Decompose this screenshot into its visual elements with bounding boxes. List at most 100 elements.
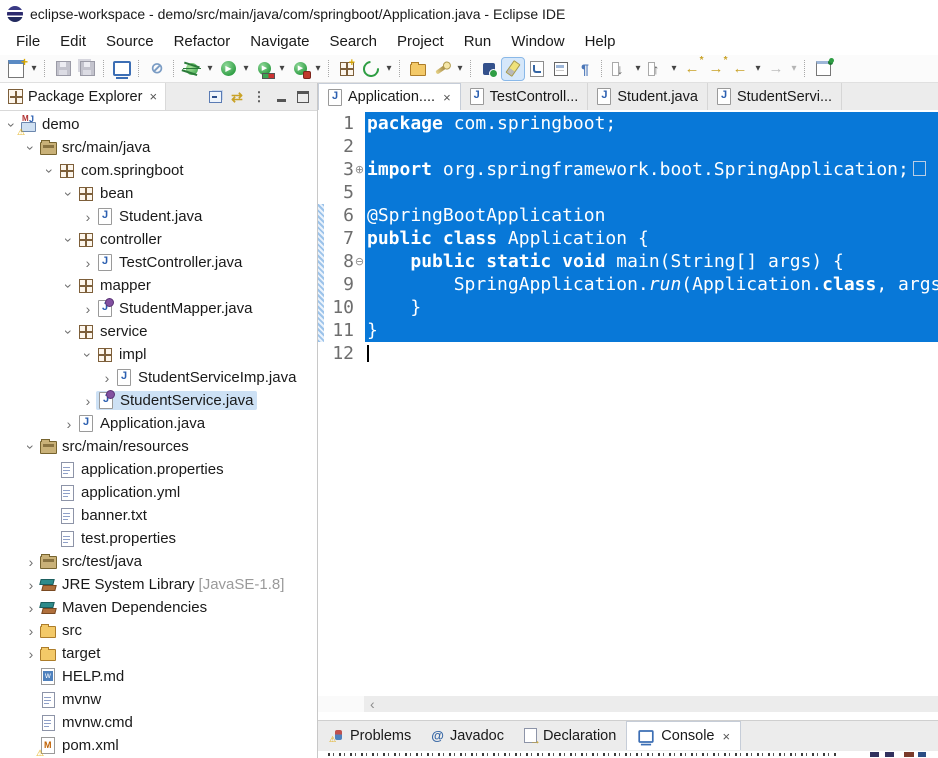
previous-annotation-dropdown-icon[interactable]: ▾ <box>668 63 680 74</box>
code-line[interactable]: 8⊖ public static void main(String[] args… <box>324 250 938 273</box>
menu-run[interactable]: Run <box>454 30 502 53</box>
chevron-right-icon[interactable]: › <box>23 601 39 615</box>
tree-item-mvnw-cmd[interactable]: mvnw.cmd <box>0 711 317 734</box>
collapse-all-icon[interactable] <box>205 87 225 107</box>
profile-dropdown-icon[interactable]: ▾ <box>312 63 324 74</box>
save-all-icon[interactable] <box>76 58 98 80</box>
save-icon[interactable] <box>52 58 74 80</box>
folded-region-box[interactable] <box>913 161 926 176</box>
tab-student-java[interactable]: Student.java <box>588 83 708 110</box>
chevron-down-icon[interactable]: › <box>24 439 38 455</box>
menu-navigate[interactable]: Navigate <box>240 30 319 53</box>
code-line[interactable]: 9 SpringApplication.run(Application.clas… <box>324 273 938 296</box>
generate-javadoc-icon[interactable] <box>431 58 453 80</box>
last-edit-location-icon[interactable]: ← <box>681 58 703 80</box>
tree-item-maven-dependencies[interactable]: › Maven Dependencies <box>0 596 317 619</box>
tree-item-banner-txt[interactable]: banner.txt <box>0 504 317 527</box>
back-history-dropdown-icon[interactable]: ▾ <box>752 63 764 74</box>
code-line[interactable]: 1package com.springboot; <box>324 112 938 135</box>
update-maven-project-icon[interactable] <box>360 58 382 80</box>
chevron-right-icon[interactable]: › <box>99 371 115 385</box>
back-history-icon[interactable]: ← <box>729 58 751 80</box>
menu-refactor[interactable]: Refactor <box>164 30 241 53</box>
tree-item-com-springboot[interactable]: › com.springboot <box>0 159 317 182</box>
scrollbar-track[interactable]: ‹ <box>364 696 938 712</box>
tree-item-src-main-java[interactable]: › src/main/java <box>0 136 317 159</box>
close-icon[interactable]: × <box>723 729 731 744</box>
debug-icon[interactable] <box>181 58 203 80</box>
tab-studentservice-java[interactable]: StudentServi... <box>708 83 842 110</box>
tree-item-studentservice-java[interactable]: › StudentService.java <box>0 389 317 412</box>
menu-search[interactable]: Search <box>319 30 387 53</box>
tab-problems[interactable]: Problems <box>322 721 421 750</box>
code-line[interactable]: 10 } <box>324 296 938 319</box>
tree-item-src-main-resources[interactable]: › src/main/resources <box>0 435 317 458</box>
pin-editor-icon[interactable] <box>812 58 834 80</box>
menu-file[interactable]: File <box>6 30 50 53</box>
next-annotation-dropdown-icon[interactable]: ▾ <box>632 63 644 74</box>
chevron-right-icon[interactable]: › <box>80 394 96 408</box>
tree-item-mapper[interactable]: › mapper <box>0 274 317 297</box>
tree-item-impl[interactable]: › impl <box>0 343 317 366</box>
horizontal-scrollbar[interactable]: ‹ <box>318 696 938 712</box>
next-edit-location-icon[interactable]: → <box>705 58 727 80</box>
tree-item-service[interactable]: › service <box>0 320 317 343</box>
code-line[interactable]: 6@SpringBootApplication <box>324 204 938 227</box>
code-line[interactable]: 5 <box>324 181 938 204</box>
chevron-down-icon[interactable]: › <box>43 163 57 179</box>
view-menu-icon[interactable]: ⋮ <box>249 87 269 107</box>
tree-item-mvnw[interactable]: mvnw <box>0 688 317 711</box>
profile-icon[interactable]: ▶ <box>289 58 311 80</box>
open-resource-icon[interactable] <box>407 58 429 80</box>
link-with-editor-icon[interactable]: ⇄ <box>227 87 247 107</box>
fold-expanded-icon[interactable]: ⊖ <box>354 250 365 273</box>
next-annotation-icon[interactable]: ↓ <box>609 58 631 80</box>
code-line[interactable]: 12 <box>324 342 938 365</box>
chevron-down-icon[interactable]: › <box>62 324 76 340</box>
tree-item-application-properties[interactable]: application.properties <box>0 458 317 481</box>
scroll-left-icon[interactable]: ‹ <box>370 696 375 712</box>
tree-item-bean[interactable]: › bean <box>0 182 317 205</box>
tab-console[interactable]: Console × <box>626 721 741 750</box>
tab-testcontroller-java[interactable]: TestControll... <box>461 83 589 110</box>
maximize-icon[interactable] <box>293 87 313 107</box>
tab-javadoc[interactable]: @ Javadoc <box>421 721 514 750</box>
chevron-right-icon[interactable]: › <box>23 624 39 638</box>
code-line[interactable]: 11} <box>324 319 938 342</box>
tree-item-application-yml[interactable]: application.yml <box>0 481 317 504</box>
skip-all-breakpoints-icon[interactable]: ⊘ <box>146 58 168 80</box>
fold-collapsed-icon[interactable]: ⊕ <box>354 158 365 181</box>
run-dropdown-icon[interactable]: ▾ <box>240 63 252 74</box>
tree-item-src[interactable]: › src <box>0 619 317 642</box>
code-line[interactable]: 3⊕import org.springframework.boot.Spring… <box>324 158 938 181</box>
coverage-dropdown-icon[interactable]: ▾ <box>276 63 288 74</box>
previous-annotation-icon[interactable]: ↑ <box>645 58 667 80</box>
code-line[interactable]: 7public class Application { <box>324 227 938 250</box>
code-line[interactable]: 2 <box>324 135 938 158</box>
open-console-icon[interactable] <box>111 58 133 80</box>
tree-item-application-java[interactable]: › Application.java <box>0 412 317 435</box>
chevron-down-icon[interactable]: › <box>62 232 76 248</box>
chevron-right-icon[interactable]: › <box>23 647 39 661</box>
show-whitespace-icon[interactable]: ¶ <box>574 58 596 80</box>
tree-item-help-md[interactable]: HELP.md <box>0 665 317 688</box>
chevron-down-icon[interactable]: › <box>62 278 76 294</box>
code-editor[interactable]: 1package com.springboot; 2 3⊕import org.… <box>318 110 938 696</box>
menu-source[interactable]: Source <box>96 30 164 53</box>
forward-history-icon[interactable]: → <box>765 58 787 80</box>
toggle-breadcrumb-icon[interactable] <box>478 58 500 80</box>
update-maven-dropdown-icon[interactable]: ▾ <box>383 63 395 74</box>
coverage-icon[interactable]: ▶ <box>253 58 275 80</box>
chevron-down-icon[interactable]: › <box>81 347 95 363</box>
new-wizard-icon[interactable] <box>5 58 27 80</box>
tree-item-studentserviceimp-java[interactable]: › StudentServiceImp.java <box>0 366 317 389</box>
tree-item-demo[interactable]: › ⚠ demo <box>0 113 317 136</box>
chevron-down-icon[interactable]: › <box>24 140 38 156</box>
chevron-right-icon[interactable]: › <box>23 578 39 592</box>
tree-item-pom-xml[interactable]: ⚠ pom.xml <box>0 734 317 757</box>
show-selected-element-only-icon[interactable] <box>550 58 572 80</box>
chevron-right-icon[interactable]: › <box>80 302 96 316</box>
generate-javadoc-dropdown-icon[interactable]: ▾ <box>454 63 466 74</box>
chevron-right-icon[interactable]: › <box>80 256 96 270</box>
chevron-right-icon[interactable]: › <box>23 555 39 569</box>
